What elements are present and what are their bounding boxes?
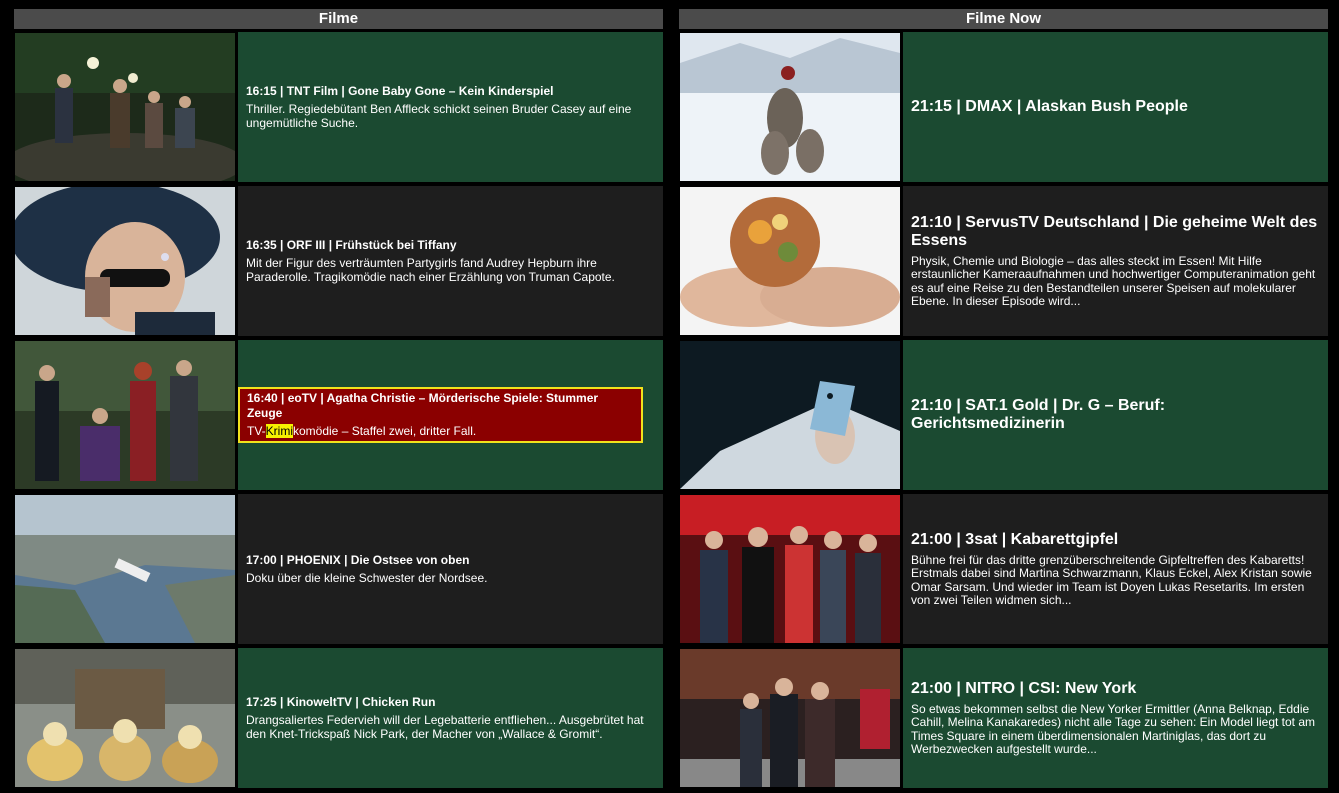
program-description: Drangsaliertes Federvieh will der Legeba…	[246, 713, 644, 741]
program-info[interactable]: 21:10 | ServusTV Deutschland | Die gehei…	[903, 186, 1328, 336]
program-description: Doku über die kleine Schwester der Nords…	[246, 571, 488, 585]
program-description: Bühne frei für das dritte grenzüberschre…	[911, 552, 1312, 607]
program-item[interactable]: 16:35 | ORF III | Frühstück bei Tiffany …	[14, 186, 663, 336]
program-description: TV-Krimikomödie – Staffel zwei, dritter …	[247, 424, 477, 438]
selected-program-box[interactable]: 16:40 | eoTV | Agatha Christie – Mörderi…	[238, 387, 643, 443]
program-info[interactable]: 21:10 | SAT.1 Gold | Dr. G – Beruf: Geri…	[903, 340, 1328, 490]
program-info[interactable]: 21:15 | DMAX | Alaskan Bush People	[903, 32, 1328, 182]
program-item[interactable]: 21:10 | SAT.1 Gold | Dr. G – Beruf: Geri…	[679, 340, 1328, 490]
program-title[interactable]: 17:00 | PHOENIX | Die Ostsee von oben	[246, 553, 655, 568]
program-item[interactable]: 21:15 | DMAX | Alaskan Bush People	[679, 32, 1328, 182]
program-info[interactable]: 16:15 | TNT Film | Gone Baby Gone – Kein…	[238, 32, 663, 182]
program-item[interactable]: 21:00 | 3sat | Kabarettgipfel Bühne frei…	[679, 494, 1328, 644]
program-info[interactable]: 16:40 | eoTV | Agatha Christie – Mörderi…	[238, 340, 663, 490]
filme-now-column: Filme Now 21:15 | DMAX | Alaskan Bush Pe…	[679, 9, 1328, 788]
program-info[interactable]: 21:00 | NITRO | CSI: New York So etwas b…	[903, 648, 1328, 788]
column-header: Filme Now	[679, 9, 1328, 29]
program-description: Thriller. Regiedebütant Ben Affleck schi…	[246, 102, 632, 130]
program-title[interactable]: 16:35 | ORF III | Frühstück bei Tiffany	[246, 238, 655, 253]
thumbnail-image[interactable]	[15, 649, 235, 787]
program-description: Physik, Chemie und Biologie – das alles …	[911, 253, 1316, 308]
program-title[interactable]: 21:10 | SAT.1 Gold | Dr. G – Beruf: Geri…	[911, 397, 1320, 433]
program-item[interactable]: 17:00 | PHOENIX | Die Ostsee von oben Do…	[14, 494, 663, 644]
program-item[interactable]: 17:25 | KinoweltTV | Chicken Run Drangsa…	[14, 648, 663, 788]
program-title[interactable]: 17:25 | KinoweltTV | Chicken Run	[246, 695, 655, 710]
program-item-selected[interactable]: 16:40 | eoTV | Agatha Christie – Mörderi…	[14, 340, 663, 490]
program-description: So etwas bekommen selbst die New Yorker …	[911, 701, 1316, 756]
thumbnail-image[interactable]	[15, 187, 235, 335]
thumbnail-image[interactable]	[680, 341, 900, 489]
program-item[interactable]: 21:10 | ServusTV Deutschland | Die gehei…	[679, 186, 1328, 336]
program-description: Mit der Figur des verträumten Partygirls…	[246, 256, 615, 284]
thumbnail-image[interactable]	[15, 495, 235, 643]
thumbnail-image[interactable]	[680, 187, 900, 335]
filme-column: Filme 16:15 | TNT Film | Gone Baby Gone …	[14, 9, 663, 788]
thumbnail-image[interactable]	[680, 33, 900, 181]
program-title[interactable]: 21:00 | 3sat | Kabarettgipfel	[911, 531, 1320, 549]
program-title[interactable]: 21:00 | NITRO | CSI: New York	[911, 680, 1320, 698]
column-header: Filme	[14, 9, 663, 29]
program-info[interactable]: 17:25 | KinoweltTV | Chicken Run Drangsa…	[238, 648, 663, 788]
program-info[interactable]: 17:00 | PHOENIX | Die Ostsee von oben Do…	[238, 494, 663, 644]
program-item[interactable]: 16:15 | TNT Film | Gone Baby Gone – Kein…	[14, 32, 663, 182]
thumbnail-image[interactable]	[15, 33, 235, 181]
program-title[interactable]: 21:15 | DMAX | Alaskan Bush People	[911, 98, 1320, 116]
thumbnail-image[interactable]	[680, 649, 900, 787]
thumbnail-image[interactable]	[15, 341, 235, 489]
program-info[interactable]: 21:00 | 3sat | Kabarettgipfel Bühne frei…	[903, 494, 1328, 644]
search-highlight: Krimi	[265, 424, 293, 438]
program-title[interactable]: 21:10 | ServusTV Deutschland | Die gehei…	[911, 214, 1320, 250]
program-item[interactable]: 21:00 | NITRO | CSI: New York So etwas b…	[679, 648, 1328, 788]
program-title[interactable]: 16:40 | eoTV | Agatha Christie – Mörderi…	[247, 391, 634, 421]
program-info[interactable]: 16:35 | ORF III | Frühstück bei Tiffany …	[238, 186, 663, 336]
program-title[interactable]: 16:15 | TNT Film | Gone Baby Gone – Kein…	[246, 84, 655, 99]
thumbnail-image[interactable]	[680, 495, 900, 643]
